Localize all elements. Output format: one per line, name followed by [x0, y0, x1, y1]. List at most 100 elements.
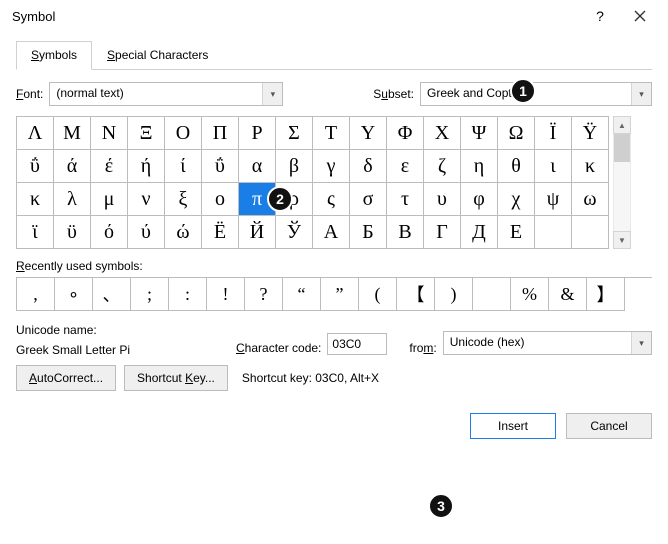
char-cell[interactable]: ο [202, 183, 239, 216]
font-combo[interactable]: (normal text) ▾ [49, 82, 283, 106]
char-cell[interactable]: ΰ [202, 150, 239, 183]
recent-cell[interactable]: % [511, 278, 549, 311]
char-cell[interactable]: Σ [276, 117, 313, 150]
char-cell[interactable]: χ [498, 183, 535, 216]
recent-cell[interactable]: ? [245, 278, 283, 311]
char-cell[interactable]: ν [128, 183, 165, 216]
char-cell[interactable]: η [461, 150, 498, 183]
char-cell[interactable]: τ [387, 183, 424, 216]
char-cell[interactable]: В [387, 216, 424, 249]
char-cell[interactable] [535, 216, 572, 249]
cancel-button[interactable]: Cancel [566, 413, 652, 439]
char-cell[interactable]: β [276, 150, 313, 183]
autocorrect-button[interactable]: AutoCorrect... [16, 365, 116, 391]
recent-cell[interactable]: & [549, 278, 587, 311]
char-cell[interactable]: Ν [91, 117, 128, 150]
char-cell[interactable]: μ [91, 183, 128, 216]
char-cell[interactable]: Г [424, 216, 461, 249]
char-cell[interactable]: ψ [535, 183, 572, 216]
char-cell[interactable]: Φ [387, 117, 424, 150]
recent-cell[interactable]: ; [131, 278, 169, 311]
char-cell[interactable]: ύ [128, 216, 165, 249]
char-cell[interactable]: Λ [17, 117, 54, 150]
char-cell[interactable]: υ [424, 183, 461, 216]
char-code-input[interactable] [327, 333, 387, 355]
char-cell[interactable]: ώ [165, 216, 202, 249]
char-cell[interactable]: ι [535, 150, 572, 183]
char-cell[interactable] [572, 216, 609, 249]
recent-cell[interactable]: “ [283, 278, 321, 311]
chevron-down-icon[interactable]: ▾ [631, 332, 651, 354]
recent-cell[interactable] [473, 278, 511, 311]
char-cell[interactable]: Ў [276, 216, 313, 249]
recent-cell[interactable]: 、 [93, 278, 131, 311]
tab-special-characters[interactable]: Special Characters [92, 41, 223, 70]
char-cell[interactable]: ϊ [17, 216, 54, 249]
char-cell[interactable]: Τ [313, 117, 350, 150]
subset-combo[interactable]: Greek and Coptic ▾ [420, 82, 652, 106]
recent-cell[interactable]: ∘ [55, 278, 93, 311]
char-cell[interactable]: ή [128, 150, 165, 183]
scroll-up-icon[interactable]: ▲ [613, 116, 631, 134]
character-grid[interactable]: ΛΜΝΞΟΠΡΣΤΥΦΧΨΩΪΫΰάέήίΰαβγδεζηθικκλμνξοπρ… [16, 116, 609, 249]
char-cell[interactable]: Υ [350, 117, 387, 150]
chevron-down-icon[interactable]: ▾ [631, 83, 651, 105]
char-cell[interactable]: ΰ [17, 150, 54, 183]
char-cell[interactable]: κ [572, 150, 609, 183]
char-cell[interactable]: Б [350, 216, 387, 249]
scroll-track[interactable] [613, 134, 631, 231]
char-cell[interactable]: γ [313, 150, 350, 183]
char-cell[interactable]: ί [165, 150, 202, 183]
help-button[interactable]: ? [580, 2, 620, 30]
recent-grid[interactable]: ,∘、;:!?“”(【)%&】 [16, 277, 652, 311]
scrollbar[interactable]: ▲ ▼ [613, 116, 631, 249]
close-button[interactable] [620, 2, 660, 30]
shortcut-key-button[interactable]: Shortcut Key... [124, 365, 228, 391]
char-cell[interactable]: Π [202, 117, 239, 150]
char-cell[interactable]: θ [498, 150, 535, 183]
char-cell[interactable]: ς [313, 183, 350, 216]
char-cell[interactable]: ϋ [54, 216, 91, 249]
recent-cell[interactable]: ( [359, 278, 397, 311]
recent-cell[interactable]: , [17, 278, 55, 311]
char-cell[interactable]: δ [350, 150, 387, 183]
char-cell[interactable]: Ρ [239, 117, 276, 150]
char-cell[interactable]: Ξ [128, 117, 165, 150]
char-cell[interactable]: Ψ [461, 117, 498, 150]
from-combo[interactable]: Unicode (hex) ▾ [443, 331, 652, 355]
char-cell[interactable]: ζ [424, 150, 461, 183]
char-cell[interactable]: Д [461, 216, 498, 249]
chevron-down-icon[interactable]: ▾ [262, 83, 282, 105]
scroll-thumb[interactable] [614, 134, 630, 162]
char-cell[interactable]: Μ [54, 117, 91, 150]
char-cell[interactable]: κ [17, 183, 54, 216]
char-cell[interactable]: φ [461, 183, 498, 216]
char-cell[interactable]: ε [387, 150, 424, 183]
recent-cell[interactable]: ” [321, 278, 359, 311]
recent-cell[interactable]: ) [435, 278, 473, 311]
char-cell[interactable]: Ω [498, 117, 535, 150]
recent-cell[interactable]: ! [207, 278, 245, 311]
char-cell[interactable]: Ϋ [572, 117, 609, 150]
char-cell[interactable]: ά [54, 150, 91, 183]
char-cell[interactable]: έ [91, 150, 128, 183]
recent-cell[interactable]: 【 [397, 278, 435, 311]
char-cell[interactable]: ό [91, 216, 128, 249]
char-cell[interactable]: Ϊ [535, 117, 572, 150]
char-cell[interactable]: λ [54, 183, 91, 216]
char-cell[interactable]: Е [498, 216, 535, 249]
recent-cell[interactable]: 】 [587, 278, 625, 311]
char-cell[interactable]: Χ [424, 117, 461, 150]
char-cell[interactable]: Й [239, 216, 276, 249]
char-cell[interactable]: Ё [202, 216, 239, 249]
char-cell[interactable]: α [239, 150, 276, 183]
tab-symbols[interactable]: Symbols [16, 41, 92, 70]
char-cell[interactable]: Ο [165, 117, 202, 150]
insert-button[interactable]: Insert [470, 413, 556, 439]
char-cell[interactable]: σ [350, 183, 387, 216]
scroll-down-icon[interactable]: ▼ [613, 231, 631, 249]
char-cell[interactable]: А [313, 216, 350, 249]
char-cell[interactable]: ξ [165, 183, 202, 216]
char-cell[interactable]: ω [572, 183, 609, 216]
recent-cell[interactable]: : [169, 278, 207, 311]
